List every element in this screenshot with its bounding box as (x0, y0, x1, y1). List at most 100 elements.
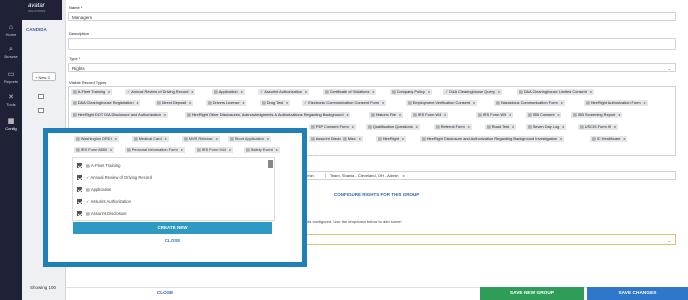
record-type-tag[interactable]: ✓Electronic Communication Consent Form x (302, 100, 387, 106)
record-type-tag[interactable]: ▤Direct Deposit x (155, 100, 194, 106)
close-icon[interactable]: x (229, 147, 231, 152)
record-type-tag[interactable]: ▤USCIS Form I9 x (578, 124, 619, 130)
tab-candidates[interactable]: CANDIDA (26, 27, 47, 32)
record-type-tag[interactable]: ✓D&A Clearinghouse Query x (443, 89, 502, 95)
option-item[interactable]: ✓ Assurint Authorization (77, 199, 131, 205)
sidebar-item-home[interactable]: ⌂ Home (0, 24, 22, 37)
name-input[interactable]: Managers (68, 12, 676, 21)
scrollbar[interactable] (268, 160, 273, 168)
row-checkbox[interactable] (38, 94, 44, 99)
record-type-tag[interactable]: ▤ISB Consent x (526, 112, 562, 118)
record-type-tag[interactable]: ▤Drivers License x (206, 100, 247, 106)
close-icon[interactable]: x (444, 112, 446, 117)
sidebar-item-reports[interactable]: ▭ Reports (0, 71, 22, 84)
close-icon[interactable]: x (359, 136, 361, 141)
close-icon[interactable]: x (509, 112, 511, 117)
close-icon[interactable]: x (560, 136, 562, 141)
close-icon[interactable]: x (416, 124, 418, 129)
option-item[interactable]: ▤ Application (77, 187, 111, 193)
close-icon[interactable]: x (644, 100, 646, 105)
close-icon[interactable]: x (189, 100, 191, 105)
close-icon[interactable]: x (115, 136, 117, 141)
sidebar-item-tools[interactable]: ✕ Tools (0, 94, 22, 107)
record-type-tag[interactable]: ▤P3P Consent Form x (309, 124, 356, 130)
close-icon[interactable]: x (473, 100, 475, 105)
close-icon[interactable]: x (399, 112, 401, 117)
close-icon[interactable]: x (165, 136, 167, 141)
checkbox-icon[interactable] (77, 211, 82, 217)
dialog-tag[interactable]: ▤Medical Card x (132, 136, 169, 142)
close-icon[interactable]: x (382, 100, 384, 105)
option-item[interactable]: ✓ Annual Review of Driving Record (77, 175, 152, 181)
save-new-group-button[interactable]: SAVE NEW GROUP (480, 287, 584, 300)
close-icon[interactable]: x (267, 136, 269, 141)
close-icon[interactable]: x (562, 124, 564, 129)
close-icon[interactable]: x (216, 136, 218, 141)
close-icon[interactable]: x (372, 89, 374, 94)
record-type-tag[interactable]: ▤HireRight Authorization Form x (584, 100, 648, 106)
close-icon[interactable]: x (428, 89, 430, 94)
record-type-tag[interactable]: ▤Seven Day Log x (526, 124, 567, 130)
close-icon[interactable]: x (136, 100, 138, 105)
record-type-tag[interactable]: ▤IC Healthcare x (590, 136, 628, 142)
checkbox-icon[interactable] (77, 163, 82, 169)
sidebar-item-browse[interactable]: ⌕ Browse (0, 46, 22, 59)
custom-field-select[interactable]: ⌄ (288, 234, 676, 245)
close-icon[interactable]: x (110, 147, 112, 152)
close-icon[interactable]: x (108, 89, 110, 94)
record-type-tag[interactable]: ▤HireRight Other Disclosures, Acknowledg… (185, 112, 351, 118)
record-type-tag[interactable]: ✓Annual Review of Driving Record x (125, 89, 196, 95)
record-owner-field[interactable]: 823) - Admin Team, Shania - Cleveland, O… (287, 171, 676, 180)
close-icon[interactable]: x (305, 89, 307, 94)
create-new-button[interactable]: CREATE NEW (73, 222, 272, 234)
record-type-tag[interactable]: ▤ISB Screening Report x (571, 112, 623, 118)
row-checkbox[interactable] (38, 108, 44, 113)
close-icon[interactable]: x (561, 100, 563, 105)
dialog-tag[interactable]: ▤Short Application x (228, 136, 271, 142)
record-type-tag[interactable]: ▤D&A Clearinghouse Registration x (71, 100, 141, 106)
option-item[interactable]: ▤ A-Fleet Training (77, 163, 120, 169)
close-icon[interactable]: x (618, 112, 620, 117)
dialog-tag[interactable]: ▤IRS Form 8850 x (74, 147, 115, 153)
dialog-tag[interactable]: ▤Personal Information Form x (125, 147, 185, 153)
record-type-tag[interactable]: ▤HireRight DOT D/A Disclosure and Author… (71, 112, 168, 118)
record-type-tag[interactable]: ▤Historic File x (369, 112, 403, 118)
record-type-tag[interactable]: ▤Road Test x (485, 124, 517, 130)
record-type-tag[interactable]: ▤A-Fleet Training x (71, 89, 113, 95)
description-input[interactable] (68, 38, 676, 50)
new-button[interactable]: + New 3 (32, 72, 56, 81)
configure-rights-link[interactable]: CONFIGURE RIGHTS FOR THIS GROUP (334, 192, 419, 197)
option-item[interactable]: ▤ Assurint Disclosure (77, 211, 127, 217)
record-type-tag[interactable]: ▤Certificate of Violations x (323, 89, 377, 95)
record-type-tag[interactable]: ▤D&A Clearinghouse Limited Consent x (517, 89, 594, 95)
record-type-tag[interactable]: ▤HireRight x (376, 136, 406, 142)
record-type-tag[interactable]: ▤IRS Form W9 x (476, 112, 514, 118)
close-icon[interactable]: x (614, 124, 616, 129)
record-type-tag[interactable]: ▤Referral Form x (434, 124, 472, 130)
close-icon[interactable]: x (623, 136, 625, 141)
dialog-tag[interactable]: ▤Safety Event x (244, 147, 280, 153)
close-icon[interactable]: x (403, 173, 405, 178)
close-icon[interactable]: x (512, 124, 514, 129)
close-icon[interactable]: x (241, 89, 243, 94)
checkbox-icon[interactable] (77, 175, 82, 181)
record-type-tag[interactable]: ▤Misc x (341, 136, 363, 142)
close-icon[interactable]: x (243, 100, 245, 105)
close-icon[interactable]: x (352, 124, 354, 129)
close-button[interactable]: CLOSE (150, 287, 180, 300)
record-type-tag[interactable]: ▤Drug Test x (260, 100, 291, 106)
dialog-tag[interactable]: ▤MVR Release x (182, 136, 220, 142)
close-icon[interactable]: x (590, 89, 592, 94)
record-type-tag[interactable]: ▤Qualification Questions x (366, 124, 420, 130)
type-select[interactable]: Rights ⌄ (68, 63, 676, 72)
close-icon[interactable]: x (191, 89, 193, 94)
sidebar-item-config[interactable]: ▦ Config (0, 118, 22, 131)
close-icon[interactable]: x (498, 89, 500, 94)
close-icon[interactable]: x (558, 112, 560, 117)
record-type-tag[interactable]: ▤Hazardous Communication Form x (494, 100, 565, 106)
dialog-tag[interactable]: ▤Washington DRDI x (74, 136, 119, 142)
checkbox-icon[interactable] (77, 199, 82, 205)
record-type-tag[interactable]: ▤HireRight Disclosure and Authorization … (420, 136, 565, 142)
save-changes-button[interactable]: SAVE CHANGES (587, 287, 688, 300)
record-type-tag[interactable]: ▤Employment Verification Consent x (406, 100, 477, 106)
